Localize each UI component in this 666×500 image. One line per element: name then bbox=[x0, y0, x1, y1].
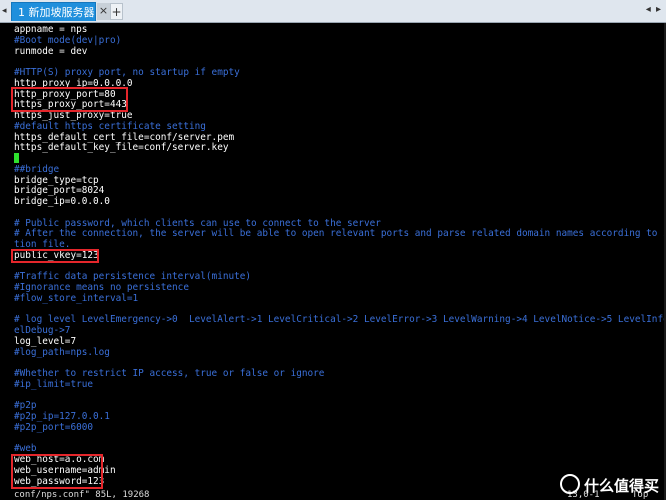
terminal-line: #log_path=nps.log bbox=[14, 346, 110, 358]
terminal-line: #ip_limit=true bbox=[14, 378, 94, 390]
terminal-line: https_default_key_file=conf/server.key bbox=[14, 142, 229, 154]
terminal-line: # Public password, which clients can use… bbox=[14, 217, 381, 229]
terminal-window[interactable]: web_password=123 web_username=admin web_ho… bbox=[0, 23, 666, 500]
terminal-line: bridge_ip=0.0.0.0 bbox=[14, 196, 110, 207]
tab-scroll-left-icon[interactable]: ◂ bbox=[2, 4, 7, 18]
highlight-web-credentials bbox=[11, 454, 103, 489]
terminal-line: #Ignorance means no persistence bbox=[14, 282, 189, 293]
terminal-line: #default https certificate setting bbox=[14, 120, 206, 132]
terminal-line: appname = nps bbox=[14, 24, 88, 35]
terminal-line: #HTTP(S) proxy port, no startup if empty bbox=[14, 67, 240, 78]
highlight-public-vkey bbox=[11, 249, 99, 263]
highlight-proxy-ports bbox=[11, 87, 128, 112]
tab-close-icon[interactable]: × bbox=[97, 3, 110, 20]
terminal-line: bridge_port=8024 bbox=[14, 185, 105, 197]
terminal-line: #Traffic data persistence interval(minut… bbox=[14, 271, 252, 283]
watermark-text: 什么值得买 bbox=[584, 477, 660, 495]
tab-scroll-arrows-icon[interactable]: ◂ ▸ bbox=[646, 4, 662, 15]
terminal-line: elDebug->7 bbox=[14, 325, 71, 336]
watermark-logo-icon bbox=[560, 474, 580, 494]
tab-singapore-server[interactable]: 1 新加坡服务器 bbox=[11, 2, 96, 21]
terminal-line: runmode = dev bbox=[14, 45, 88, 57]
terminal-line: ##bridge bbox=[14, 163, 60, 175]
tab-bar: ◂ 1 新加坡服务器 × + ◂ ▸ bbox=[0, 0, 666, 23]
terminal-line: #p2p_ip=127.0.0.1 bbox=[14, 411, 110, 422]
terminal-line: https_default_cert_file=conf/server.pem bbox=[14, 131, 235, 143]
terminal-line: # After the connection, the server will … bbox=[14, 228, 666, 240]
terminal-line: #Whether to restrict IP access, true or … bbox=[14, 368, 325, 379]
terminal-line: #p2p bbox=[14, 400, 37, 412]
status-file-info: conf/nps.conf" 85L, 19268 bbox=[14, 490, 150, 500]
text-cursor bbox=[14, 153, 19, 163]
terminal-line: #web bbox=[14, 443, 37, 455]
terminal-line: #p2p_port=6000 bbox=[14, 421, 94, 433]
terminal-line: # log level LevelEmergency->0 LevelAlert… bbox=[14, 314, 666, 326]
terminal-line: log_level=7 bbox=[14, 335, 77, 347]
terminal-line: #flow_store_interval=1 bbox=[14, 292, 139, 304]
terminal-line: bridge_type=tcp bbox=[14, 174, 99, 186]
new-tab-button[interactable]: + bbox=[110, 3, 123, 20]
terminal-line: #Boot mode(dev|pro) bbox=[14, 34, 122, 46]
